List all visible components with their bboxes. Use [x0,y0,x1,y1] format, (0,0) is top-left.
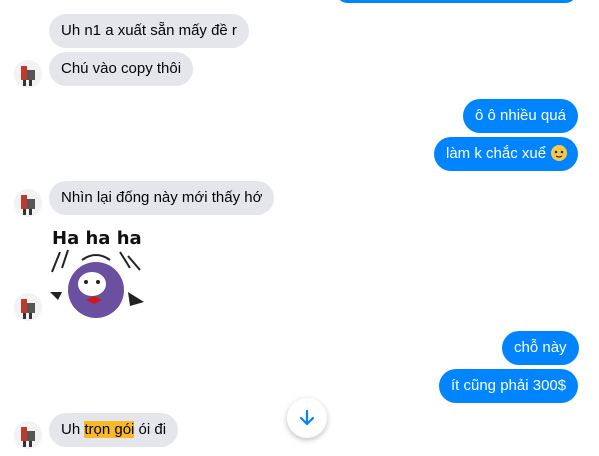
outgoing-message[interactable]: ít cũng phải 300$ [439,369,579,403]
incoming-message[interactable]: Nhìn lại đống này mới thấy hớ [49,181,275,215]
outgoing-message[interactable]: làm k chắc xuể [434,137,579,171]
avatar-image [21,427,35,447]
arrow-down-icon [297,408,317,428]
incoming-message[interactable]: Chú vào copy thôi [49,52,194,86]
avatar[interactable] [14,60,42,88]
message-text: làm k chắc xuể [446,145,547,162]
partial-outgoing-bubble [336,0,577,3]
message-text: ói đi [134,421,167,438]
avatar[interactable] [14,421,42,449]
avatar-image [21,299,35,319]
sticker-text: Ha ha ha [52,228,142,249]
scroll-to-bottom-button[interactable] [287,398,327,438]
incoming-message[interactable]: Uh n1 a xuất sẵn mấy đề r [49,14,249,48]
message-text: Uh [61,421,85,438]
face-emoji-icon [550,144,568,162]
incoming-message[interactable]: Uh trọn gói ói đi [49,413,179,447]
avatar[interactable] [14,189,42,217]
avatar-image [21,66,35,86]
outgoing-message[interactable]: ô ô nhiều quá [463,99,578,133]
avatar[interactable] [14,293,42,321]
sticker[interactable]: Ha ha ha [48,222,148,322]
avatar-image [21,195,35,215]
outgoing-message[interactable]: chỗ này [502,331,579,365]
search-highlight: trọn gói [84,421,135,438]
